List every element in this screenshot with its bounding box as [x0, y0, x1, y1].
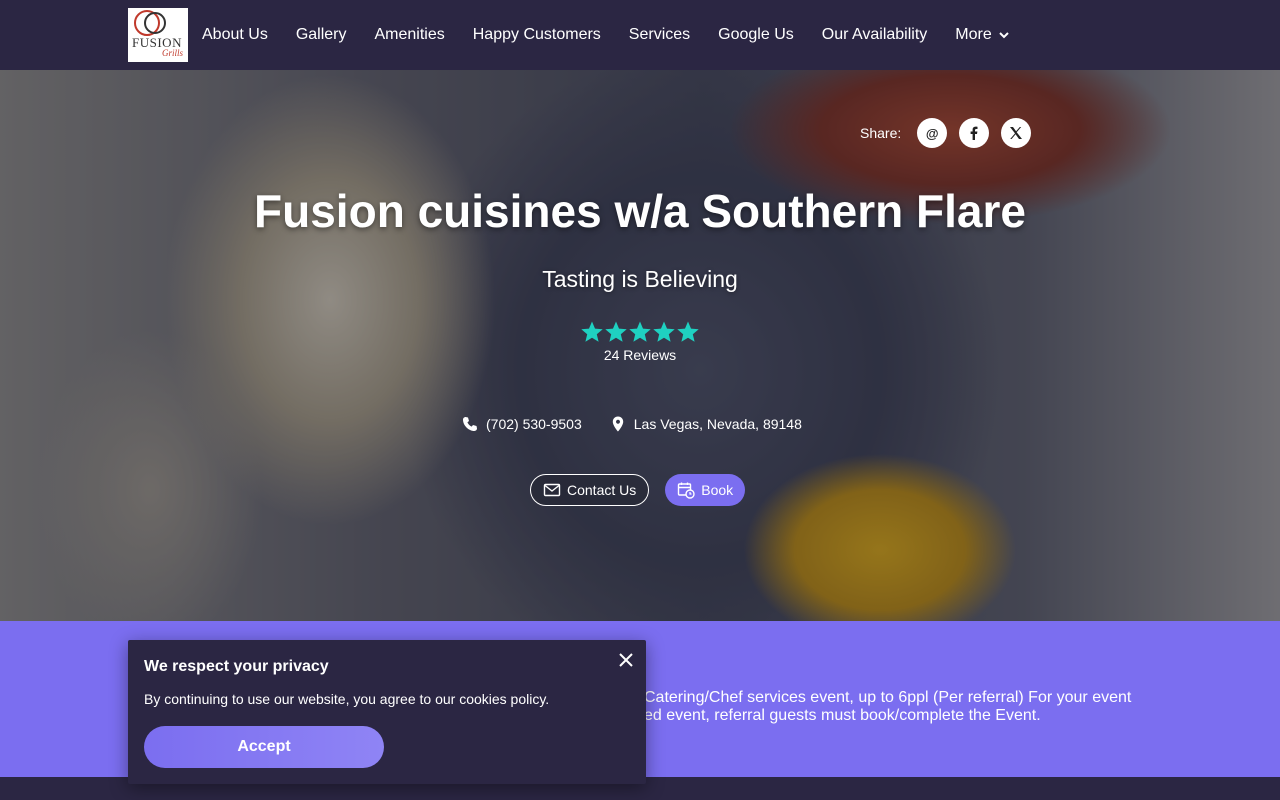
nav-google-us[interactable]: Google Us	[718, 26, 794, 44]
close-icon[interactable]	[616, 650, 636, 670]
location-text: Las Vegas, Nevada, 89148	[633, 416, 802, 432]
nav-our-availability[interactable]: Our Availability	[822, 26, 928, 44]
nav-more-label: More	[955, 26, 992, 43]
share-label: Share:	[860, 125, 902, 141]
chevron-down-icon	[999, 32, 1009, 39]
phone-number: (702) 530-9503	[486, 416, 582, 432]
phone-item[interactable]: (702) 530-9503	[462, 416, 582, 432]
site-logo[interactable]: FUSION Grills	[128, 8, 188, 62]
nav-happy-customers[interactable]: Happy Customers	[473, 26, 601, 44]
map-pin-icon	[612, 416, 623, 432]
mail-icon	[543, 483, 561, 497]
reviews-count[interactable]: 24 Reviews	[0, 347, 1280, 363]
accept-button[interactable]: Accept	[144, 726, 384, 768]
contact-info-row: (702) 530-9503 Las Vegas, Nevada, 89148	[462, 416, 830, 432]
hero-subtitle: Tasting is Believing	[542, 266, 738, 292]
star-icon	[653, 321, 675, 342]
book-label: Book	[701, 482, 734, 498]
location-item[interactable]: Las Vegas, Nevada, 89148	[610, 416, 802, 432]
nav-more-dropdown[interactable]: More	[955, 26, 1009, 44]
nav-amenities[interactable]: Amenities	[375, 26, 445, 44]
contact-us-label: Contact Us	[567, 482, 637, 498]
calendar-clock-icon	[678, 482, 695, 499]
promo-line-2: ed event, referral guests must book/comp…	[644, 707, 1041, 724]
cookie-consent-dialog: We respect your privacy By continuing to…	[128, 640, 646, 784]
star-icon	[629, 321, 651, 342]
x-twitter-icon[interactable]	[1001, 118, 1032, 148]
star-icon	[605, 321, 627, 342]
promo-text: Catering/Chef services event, up to 6ppl…	[644, 689, 1204, 725]
logo-script: Grills	[162, 48, 184, 58]
nav-services[interactable]: Services	[629, 26, 690, 44]
cookie-title: We respect your privacy	[144, 658, 329, 675]
nav-gallery[interactable]: Gallery	[296, 26, 347, 44]
facebook-icon[interactable]	[959, 118, 990, 148]
hero-actions: Contact Us Book	[530, 474, 746, 506]
contact-us-button[interactable]: Contact Us	[530, 474, 650, 506]
promo-line-1: Catering/Chef services event, up to 6ppl…	[644, 689, 1132, 706]
top-navbar: FUSION Grills About Us Gallery Amenities…	[0, 0, 1280, 70]
book-button[interactable]: Book	[665, 474, 746, 506]
cookie-body: By continuing to use our website, you ag…	[144, 691, 550, 707]
nav-links: About Us Gallery Amenities Happy Custome…	[202, 0, 1038, 70]
share-bar: Share: @	[860, 118, 1043, 148]
logo-ring-dark	[144, 12, 166, 34]
nav-about-us[interactable]: About Us	[202, 26, 268, 44]
email-at-icon[interactable]: @	[917, 118, 948, 148]
rating-stars	[580, 320, 700, 344]
star-icon	[581, 321, 603, 342]
hero-title: Fusion cuisines w/a Southern Flare	[254, 185, 1026, 237]
phone-icon	[463, 417, 477, 431]
hero-overlay	[0, 70, 1280, 621]
hero-banner: Share: @ Fusion cuisines w/a Southern Fl…	[0, 70, 1280, 621]
star-icon	[677, 321, 699, 342]
